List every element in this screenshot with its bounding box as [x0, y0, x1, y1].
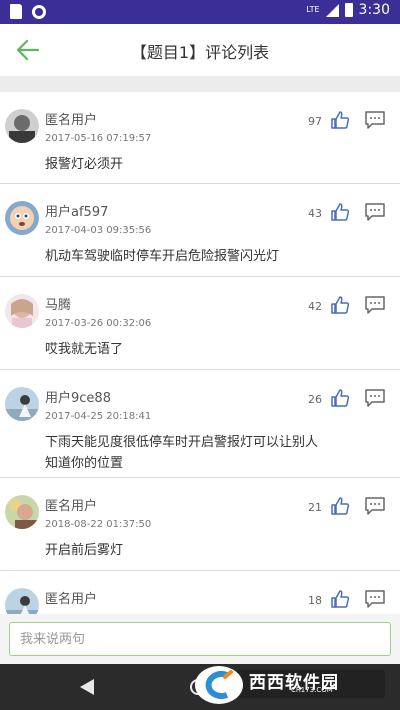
thumbs-up-icon[interactable] — [330, 295, 350, 315]
signal-icon — [325, 3, 339, 17]
divider-band — [0, 76, 400, 92]
nav-back-icon[interactable] — [80, 679, 94, 695]
comment-bubble-icon[interactable] — [365, 590, 385, 608]
thumbs-up-icon[interactable] — [330, 589, 350, 609]
comment-content: 开启前后雾灯 — [45, 543, 124, 558]
app-bar: 【题目1】评论列表 — [0, 24, 400, 76]
comment-input[interactable] — [9, 622, 391, 656]
thumbs-up-icon[interactable] — [330, 496, 350, 516]
like-count: 97 — [308, 115, 322, 128]
sd-card-icon — [10, 4, 22, 19]
like-count: 43 — [308, 207, 322, 220]
comment-bubble-icon[interactable] — [365, 497, 385, 515]
watermark-subtext: CR173.COM — [291, 686, 333, 694]
avatar[interactable] — [5, 294, 39, 328]
like-count: 18 — [308, 594, 322, 607]
comment-content: 下雨天能见度很低停车时开启警报灯可以让别人知道你的位置 — [45, 435, 319, 471]
avatar[interactable] — [5, 588, 39, 614]
comment-time: 2017-04-25 20:18:41 — [45, 411, 152, 422]
comment-content: 报警灯必须开 — [45, 157, 124, 172]
thumbs-up-icon[interactable] — [330, 202, 350, 222]
like-count: 42 — [308, 300, 322, 313]
avatar[interactable] — [5, 201, 39, 235]
sync-circle-icon — [32, 4, 46, 19]
clock: 3:30 — [358, 2, 390, 18]
comment-username: 匿名用户 — [45, 113, 98, 128]
list-item[interactable]: 用户af597 2017-04-03 09:35:56 机动车驾驶临时停车开启危… — [0, 184, 400, 277]
comment-username: 用户9ce88 — [45, 391, 111, 406]
comment-username: 匿名用户 — [45, 499, 98, 514]
comment-bubble-icon[interactable] — [365, 111, 385, 129]
avatar[interactable] — [5, 109, 39, 143]
comment-list[interactable]: 匿名用户 2017-05-16 07:19:57 报警灯必须开 97 用户af5… — [0, 92, 400, 614]
comment-content: 哎我就无语了 — [45, 342, 124, 357]
comment-bubble-icon[interactable] — [365, 389, 385, 407]
comment-username: 匿名用户 — [45, 592, 98, 607]
watermark: 西西软件园 CR173.COM — [195, 664, 390, 704]
avatar[interactable] — [5, 387, 39, 421]
network-type: LTE — [306, 5, 320, 14]
avatar[interactable] — [5, 495, 39, 529]
comment-time: 2017-03-26 00:32:06 — [45, 318, 152, 329]
comment-username: 马腾 — [45, 298, 72, 313]
thumbs-up-icon[interactable] — [330, 110, 350, 130]
comment-input-bar — [0, 614, 400, 664]
watermark-logo-icon — [195, 666, 243, 704]
status-bar: LTE 3:30 — [0, 0, 400, 24]
battery-icon — [344, 3, 353, 17]
comment-content: 机动车驾驶临时停车开启危险报警闪光灯 — [45, 249, 280, 264]
list-item[interactable]: 匿名用户 2018-08-22 01:37:50 开启前后雾灯 21 — [0, 478, 400, 571]
comment-bubble-icon[interactable] — [365, 203, 385, 221]
comment-time: 2017-04-03 09:35:56 — [45, 225, 152, 236]
like-count: 21 — [308, 501, 322, 514]
comment-username: 用户af597 — [45, 205, 109, 220]
like-count: 26 — [308, 393, 322, 406]
list-item[interactable]: 用户9ce88 2017-04-25 20:18:41 下雨天能见度很低停车时开… — [0, 370, 400, 478]
comment-bubble-icon[interactable] — [365, 296, 385, 314]
list-item[interactable]: 匿名用户 2017-05-16 07:19:57 报警灯必须开 97 — [0, 92, 400, 184]
thumbs-up-icon[interactable] — [330, 388, 350, 408]
list-item[interactable]: 马腾 2017-03-26 00:32:06 哎我就无语了 42 — [0, 277, 400, 370]
list-item[interactable]: 匿名用户 18 — [0, 571, 400, 614]
comment-time: 2017-05-16 07:19:57 — [45, 133, 152, 144]
comment-time: 2018-08-22 01:37:50 — [45, 519, 152, 530]
page-title: 【题目1】评论列表 — [130, 43, 270, 62]
